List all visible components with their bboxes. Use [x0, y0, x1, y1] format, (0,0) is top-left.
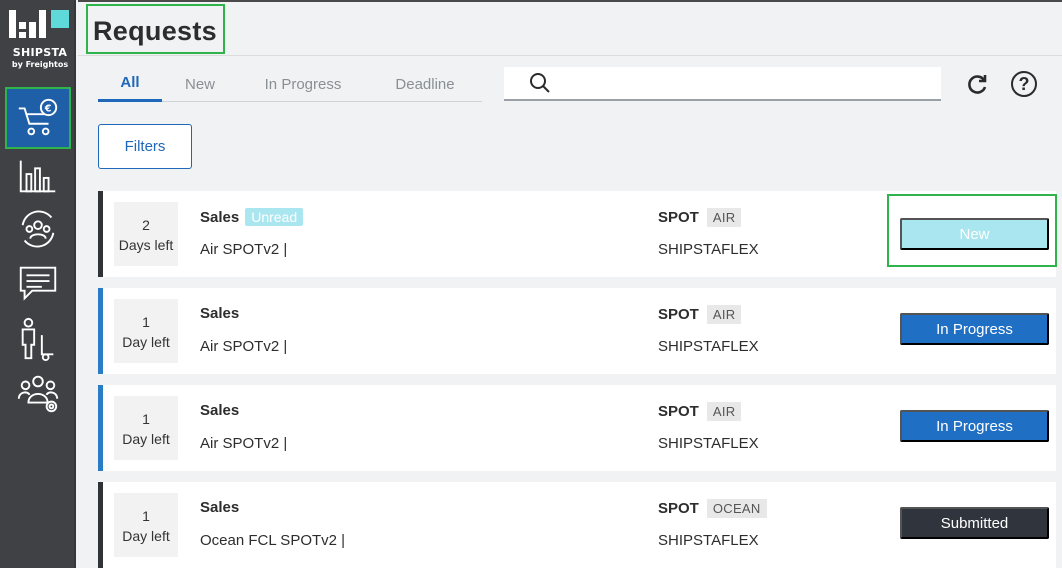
sidebar-item-messages[interactable] — [5, 257, 71, 309]
request-card[interactable]: 2 Days left Sales Unread Air SPOTv2 | SPO… — [98, 191, 1057, 277]
status-button-in-progress[interactable]: In Progress — [900, 410, 1049, 442]
request-card[interactable]: 1 Day left Sales Air SPOTv2 | SPOT AIR SH… — [98, 288, 1056, 374]
tab-new[interactable]: New — [162, 66, 238, 102]
brand-name: SHIPSTA — [12, 46, 68, 59]
request-type: SPOT OCEAN — [658, 499, 767, 518]
filters-button[interactable]: Filters — [98, 124, 192, 169]
page-title: Requests — [86, 4, 225, 54]
transport-mode-badge: OCEAN — [706, 499, 767, 518]
status-button-new[interactable]: New — [900, 218, 1049, 250]
sidebar-item-partners[interactable] — [5, 203, 71, 255]
request-title: Sales — [200, 499, 240, 516]
days-left-label: Days left — [118, 237, 174, 253]
request-card[interactable]: 1 Day left Sales Ocean FCL SPOTv2 | SPOT… — [98, 482, 1056, 568]
transport-mode-badge: AIR — [706, 305, 742, 324]
request-type-label: SPOT — [658, 403, 699, 420]
sidebar: SHIPSTA by Freightos € — [0, 0, 76, 568]
request-title: Sales — [200, 402, 240, 419]
search-input[interactable] — [560, 68, 941, 98]
carrier-name: SHIPSTAFLEX — [658, 241, 759, 258]
days-left-number: 1 — [142, 314, 150, 330]
carrier-name: SHIPSTAFLEX — [658, 338, 759, 355]
sidebar-item-team-settings[interactable] — [5, 367, 71, 419]
request-subtitle: Ocean FCL SPOTv2 | — [200, 532, 346, 549]
search-bar — [504, 67, 941, 101]
request-subtitle: Air SPOTv2 | — [200, 435, 288, 452]
transport-mode-badge: AIR — [706, 208, 742, 227]
days-left: 1 Day left — [114, 493, 178, 557]
days-left-number: 2 — [142, 217, 150, 233]
search-icon[interactable] — [528, 71, 552, 95]
request-type-label: SPOT — [658, 306, 699, 323]
status-button-in-progress[interactable]: In Progress — [900, 313, 1049, 345]
carrier-name: SHIPSTAFLEX — [658, 435, 759, 452]
chat-icon — [19, 266, 57, 301]
tab-bar: All New In Progress Deadline — [98, 66, 482, 102]
status-button-submitted[interactable]: Submitted — [900, 507, 1049, 539]
days-left: 2 Days left — [114, 202, 178, 266]
request-subtitle: Air SPOTv2 | — [200, 241, 288, 258]
sidebar-item-analytics[interactable] — [5, 150, 71, 202]
people-circle-icon — [21, 210, 55, 248]
request-title-text: Sales — [200, 209, 240, 226]
person-cart-icon — [21, 317, 54, 362]
request-type: SPOT AIR — [658, 208, 742, 227]
request-type: SPOT AIR — [658, 402, 742, 421]
brand-tagline: by Freightos — [11, 60, 69, 69]
help-icon[interactable]: ? — [1011, 71, 1037, 97]
request-title: Sales Unread — [200, 208, 304, 226]
cart-euro-icon: € — [18, 98, 58, 136]
tab-all[interactable]: All — [98, 66, 162, 102]
bar-chart-icon — [19, 160, 56, 193]
team-gear-icon — [17, 375, 59, 413]
svg-text:€: € — [44, 103, 52, 114]
days-left: 1 Day left — [114, 396, 178, 460]
page-header: Requests — [78, 0, 1062, 56]
carrier-name: SHIPSTAFLEX — [658, 532, 759, 549]
sidebar-item-requests[interactable]: € — [5, 87, 71, 149]
sidebar-item-shipments[interactable] — [5, 313, 71, 365]
days-left-number: 1 — [142, 411, 150, 427]
unread-badge: Unread — [245, 208, 304, 226]
request-card[interactable]: 1 Day left Sales Air SPOTv2 | SPOT AIR SH… — [98, 385, 1056, 471]
days-left-number: 1 — [142, 508, 150, 524]
tab-in-progress[interactable]: In Progress — [238, 66, 368, 102]
request-type: SPOT AIR — [658, 305, 742, 324]
days-left-label: Day left — [122, 431, 170, 447]
transport-mode-badge: AIR — [706, 402, 742, 421]
request-subtitle: Air SPOTv2 | — [200, 338, 288, 355]
request-title: Sales — [200, 305, 240, 322]
request-type-label: SPOT — [658, 500, 699, 517]
refresh-icon[interactable] — [964, 72, 990, 98]
request-type-label: SPOT — [658, 209, 699, 226]
days-left-label: Day left — [122, 528, 170, 544]
tab-deadline[interactable]: Deadline — [368, 66, 482, 102]
days-left-label: Day left — [122, 334, 170, 350]
days-left: 1 Day left — [114, 299, 178, 363]
